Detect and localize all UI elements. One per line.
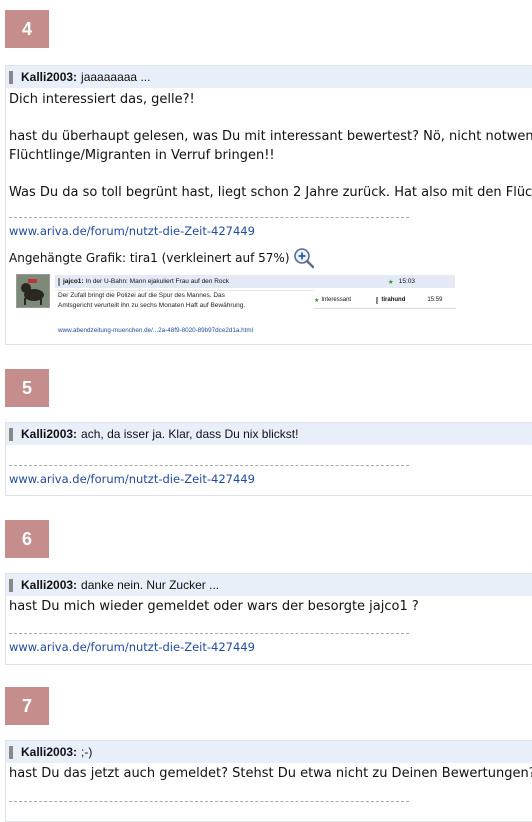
post-subject: jaaaaaaaa ... xyxy=(81,70,151,84)
paragraph: hast Du das jetzt auch gemeldet? Stehst … xyxy=(9,766,532,781)
thread-link[interactable]: www.ariva.de/forum/nutzt-die-Zeit-427449 xyxy=(9,222,532,241)
header-bar-icon xyxy=(376,296,379,304)
paragraph: Was Du da so toll begrünt hast, liegt sc… xyxy=(9,185,532,200)
thumbnail-post-header: jajco1: In der U-Bahn: Mann ejakuliert F… xyxy=(55,275,455,288)
post-4: Kalli2003: jaaaaaaaa ... Dich interessie… xyxy=(5,65,532,345)
thumbnail-line: Der Zufall bringt die Polizei auf die Sp… xyxy=(58,292,225,299)
thumbnail-link: www.abendzeitung-muenchen.de/...2a-48f9-… xyxy=(58,327,253,334)
attachment-label-row: Angehängte Grafik: tira1 (verkleinert au… xyxy=(9,247,532,269)
header-bar-icon xyxy=(58,277,60,286)
thumbnail-subject: In der U-Bahn: Mann ejakuliert Frau auf … xyxy=(85,278,230,285)
divider xyxy=(9,801,409,802)
attachment-thumbnail[interactable]: jajco1: In der U-Bahn: Mann ejakuliert F… xyxy=(16,274,456,342)
post-header: Kalli2003: jaaaaaaaa ... xyxy=(6,66,532,88)
post-body: Dich interessiert das, gelle?! hast du ü… xyxy=(6,90,532,269)
thread-link[interactable]: www.ariva.de/forum/nutzt-die-Zeit-427449 xyxy=(9,470,532,489)
paragraph: Flüchtlinge/Migranten in Verruf bringen!… xyxy=(9,148,275,163)
header-bar-icon xyxy=(9,578,13,592)
rating-label: Interessant xyxy=(321,297,352,303)
author-name[interactable]: Kalli2003: xyxy=(21,578,77,592)
paragraph: hast Du mich wieder gemeldet oder wars d… xyxy=(9,599,419,614)
paragraph: Dich interessiert das, gelle?! xyxy=(9,92,195,107)
post-header: Kalli2003: ;-) xyxy=(6,741,532,763)
post-subject: danke nein. Nur Zucker ... xyxy=(81,578,220,592)
avatar xyxy=(16,274,50,308)
post-number-badge[interactable]: 6 xyxy=(5,520,49,558)
post-body: hast Du das jetzt auch gemeldet? Stehst … xyxy=(6,764,532,802)
rater-name: tirahund xyxy=(381,297,406,303)
thread-link[interactable]: www.ariva.de/forum/nutzt-die-Zeit-427449 xyxy=(9,638,532,657)
rating-time: 15:59 xyxy=(427,297,443,303)
paragraph: hast du überhaupt gelesen, was Du mit in… xyxy=(9,129,532,144)
post-body: www.ariva.de/forum/nutzt-die-Zeit-427449 xyxy=(6,465,532,489)
author-name[interactable]: Kalli2003: xyxy=(21,70,77,84)
thumbnail-rating-row: ★ Interessant tirahund 15:59 xyxy=(314,292,456,309)
star-icon: ★ xyxy=(314,297,320,304)
divider xyxy=(9,465,409,466)
post-subject: ach, da isser ja. Klar, dass Du nix blic… xyxy=(81,427,299,441)
post-header: Kalli2003: ach, da isser ja. Klar, dass … xyxy=(6,423,532,445)
author-name[interactable]: Kalli2003: xyxy=(21,745,77,759)
post-header: Kalli2003: danke nein. Nur Zucker ... xyxy=(6,574,532,596)
post-subject: ;-) xyxy=(81,745,93,759)
attachment-label: Angehängte Grafik: tira1 (verkleinert au… xyxy=(9,250,290,265)
author-name[interactable]: Kalli2003: xyxy=(21,427,77,441)
header-bar-icon xyxy=(9,427,13,441)
thumbnail-time: 15:03 xyxy=(398,278,415,285)
magnifier-plus-icon[interactable] xyxy=(293,247,315,269)
post-body: hast Du mich wieder gemeldet oder wars d… xyxy=(6,597,532,657)
post-number-badge[interactable]: 7 xyxy=(5,687,49,725)
post-6: Kalli2003: danke nein. Nur Zucker ... ha… xyxy=(5,573,532,665)
thumbnail-line: Amtsgericht verurteilt ihn zu sechs Mona… xyxy=(58,302,246,309)
star-icon: ★ xyxy=(387,278,394,286)
thumbnail-body: Der Zufall bringt die Polizei auf die Sp… xyxy=(58,291,310,311)
divider xyxy=(9,217,409,218)
post-7: Kalli2003: ;-) hast Du das jetzt auch ge… xyxy=(5,740,532,822)
thumbnail-author: jajco1: xyxy=(63,278,84,285)
dog-avatar-icon xyxy=(17,275,49,307)
divider xyxy=(9,633,409,634)
post-number-badge[interactable]: 5 xyxy=(5,369,49,407)
post-number-badge[interactable]: 4 xyxy=(5,10,49,48)
header-bar-icon xyxy=(9,70,13,84)
header-bar-icon xyxy=(9,745,13,759)
post-5: Kalli2003: ach, da isser ja. Klar, dass … xyxy=(5,422,532,496)
